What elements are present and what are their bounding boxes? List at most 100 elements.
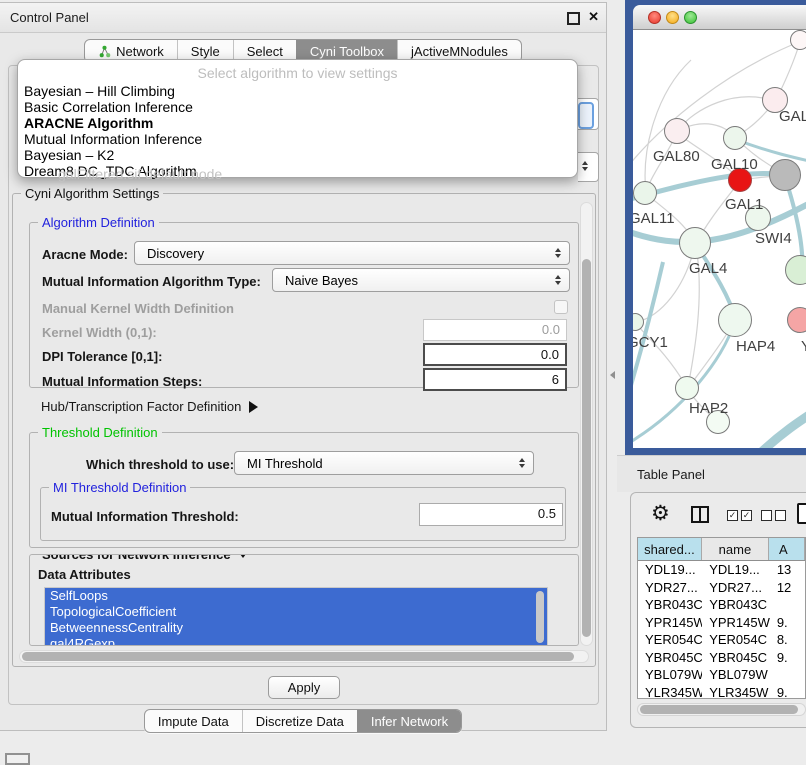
network-node[interactable] — [633, 181, 657, 205]
tab-impute-data[interactable]: Impute Data — [145, 710, 242, 732]
network-node[interactable] — [675, 376, 699, 400]
table-row[interactable]: YPR145WYPR145W9. — [638, 614, 805, 632]
hub-transcription-factor-section[interactable]: Hub/Transcription Factor Definition — [41, 399, 258, 414]
list-scrollbar-thumb[interactable] — [536, 591, 544, 643]
node-label: Y — [801, 338, 806, 355]
network-window-titlebar[interactable] — [633, 5, 806, 30]
threshold-definition-legend: Threshold Definition — [38, 425, 162, 440]
table-row[interactable]: YER054CYER054C8. — [638, 631, 805, 649]
float-window-icon[interactable] — [567, 12, 580, 25]
column-browser-icon[interactable] — [691, 506, 709, 523]
kernel-width-label: Kernel Width (0,1): — [42, 325, 157, 340]
popup-item[interactable]: Mutual Information Inference — [24, 131, 202, 147]
cell — [770, 666, 805, 684]
tab-discretize-data-label: Discretize Data — [256, 714, 344, 729]
kernel-width-field[interactable]: 0.0 — [423, 319, 567, 341]
column-header-partial[interactable]: A — [769, 538, 805, 560]
mi-steps-field[interactable]: 6 — [423, 368, 567, 391]
manual-kernel-width-label: Manual Kernel Width Definition — [42, 301, 234, 316]
tab-infer-network[interactable]: Infer Network — [357, 710, 461, 732]
list-item[interactable]: SelfLoops — [45, 588, 547, 604]
list-item[interactable]: BetweennessCentrality — [45, 620, 547, 636]
column-header-name[interactable]: name — [702, 538, 769, 560]
mi-threshold-field[interactable]: 0.5 — [419, 503, 563, 526]
cell: YLR345W — [702, 684, 770, 700]
cell: YBR045C — [638, 649, 702, 667]
collapse-down-icon[interactable] — [237, 554, 249, 558]
scrollbar-thumb[interactable] — [22, 652, 574, 661]
node-label: GAL80 — [653, 148, 700, 165]
algorithm-definition-group: Algorithm Definition Aracne Mode: Discov… — [29, 222, 579, 388]
popup-item[interactable]: Basic Correlation Inference — [24, 99, 193, 115]
table-row[interactable]: YDR27...YDR27...12 — [638, 579, 805, 597]
scrollbar-thumb[interactable] — [582, 259, 591, 637]
popup-item[interactable]: Bayesian – K2 — [24, 147, 114, 163]
window-close-button[interactable] — [648, 11, 661, 24]
table-row[interactable]: YBR045CYBR045C9. — [638, 649, 805, 667]
table-panel: ⚙ ✓✓ shared... name A YDL19...YDL19...13… — [630, 492, 806, 728]
settings-horizontal-scrollbar[interactable] — [19, 650, 589, 663]
cell: 9. — [770, 614, 805, 632]
table-panel-title: Table Panel — [637, 467, 705, 482]
combo-focus-button — [578, 102, 594, 129]
aracne-mode-combo[interactable]: Discovery — [134, 241, 570, 265]
cell: YPR145W — [702, 614, 770, 632]
cyni-algorithm-settings-group: Cyni Algorithm Settings Algorithm Defini… — [12, 193, 596, 667]
column-header-shared-name[interactable]: shared... — [638, 538, 702, 560]
list-item[interactable]: TopologicalCoefficient — [45, 604, 547, 620]
cell: YDR27... — [702, 579, 770, 597]
tab-infer-network-label: Infer Network — [371, 714, 448, 729]
file-export-icon[interactable] — [797, 503, 806, 524]
cell: YBR045C — [702, 649, 770, 667]
node-table[interactable]: shared... name A YDL19...YDL19...13 YDR2… — [637, 537, 806, 699]
popup-item[interactable]: Bayesian – Hill Climbing — [24, 83, 175, 99]
tab-discretize-data[interactable]: Discretize Data — [242, 710, 357, 732]
table-row[interactable]: YBR043CYBR043C — [638, 596, 805, 614]
scrollbar-thumb[interactable] — [640, 705, 798, 714]
popup-item-selected[interactable]: ARACNE Algorithm — [24, 115, 153, 131]
network-node-salmon[interactable] — [787, 307, 806, 333]
data-attributes-list[interactable]: SelfLoops TopologicalCoefficient Between… — [44, 587, 548, 646]
cell: 9. — [770, 649, 805, 667]
list-item[interactable]: gal4RGexp — [45, 636, 547, 646]
apply-button[interactable]: Apply — [268, 676, 340, 699]
minimized-panel-icon[interactable] — [5, 753, 30, 765]
network-node-gray[interactable] — [769, 159, 801, 191]
network-window[interactable]: GAL GAL80 GAL10 GAL1 GAL11 SWI4 GAL4 GCY… — [625, 0, 806, 455]
panel-title: Control Panel — [10, 10, 89, 25]
window-zoom-button[interactable] — [684, 11, 697, 24]
settings-vertical-scrollbar[interactable] — [580, 202, 593, 646]
table-row[interactable]: YBL079WYBL079W — [638, 666, 805, 684]
unselect-all-columns-icon[interactable] — [761, 510, 786, 521]
table-row[interactable]: YDL19...YDL19...13 — [638, 561, 805, 579]
algorithm-dropdown-popup: Select algorithm to view settings Bayesi… — [17, 59, 578, 178]
cell: YBR043C — [702, 596, 770, 614]
table-row[interactable]: YLR345WYLR345W9. — [638, 684, 805, 700]
cell — [770, 596, 805, 614]
table-horizontal-scrollbar[interactable] — [637, 703, 806, 716]
gear-icon[interactable]: ⚙ — [651, 501, 670, 526]
network-node[interactable] — [723, 126, 747, 150]
which-threshold-combo[interactable]: MI Threshold — [234, 451, 534, 475]
network-canvas[interactable]: GAL GAL80 GAL10 GAL1 GAL11 SWI4 GAL4 GCY… — [633, 30, 806, 448]
network-node[interactable] — [679, 227, 711, 259]
network-node[interactable] — [718, 303, 752, 337]
combo-arrows-icon — [514, 458, 530, 468]
sources-legend-text: Sources for Network Inference — [42, 554, 231, 562]
settings-legend: Cyni Algorithm Settings — [21, 186, 163, 201]
network-node[interactable] — [664, 118, 690, 144]
mi-algorithm-type-combo[interactable]: Naive Bayes — [272, 268, 570, 292]
cell: YER054C — [702, 631, 770, 649]
select-all-columns-icon[interactable]: ✓✓ — [727, 510, 752, 521]
mi-algorithm-type-label: Mutual Information Algorithm Type: — [42, 274, 261, 289]
aracne-mode-value: Discovery — [135, 246, 550, 261]
panel-divider-arrow[interactable] — [610, 371, 615, 379]
expand-right-icon[interactable] — [249, 401, 258, 413]
mi-algorithm-type-value: Naive Bayes — [273, 273, 550, 288]
window-minimize-button[interactable] — [666, 11, 679, 24]
node-label: SWI4 — [755, 230, 792, 247]
network-node[interactable] — [790, 30, 806, 50]
manual-kernel-width-checkbox[interactable] — [554, 300, 568, 314]
dpi-tolerance-field[interactable]: 0.0 — [423, 343, 567, 366]
close-icon[interactable]: ✕ — [588, 9, 599, 25]
